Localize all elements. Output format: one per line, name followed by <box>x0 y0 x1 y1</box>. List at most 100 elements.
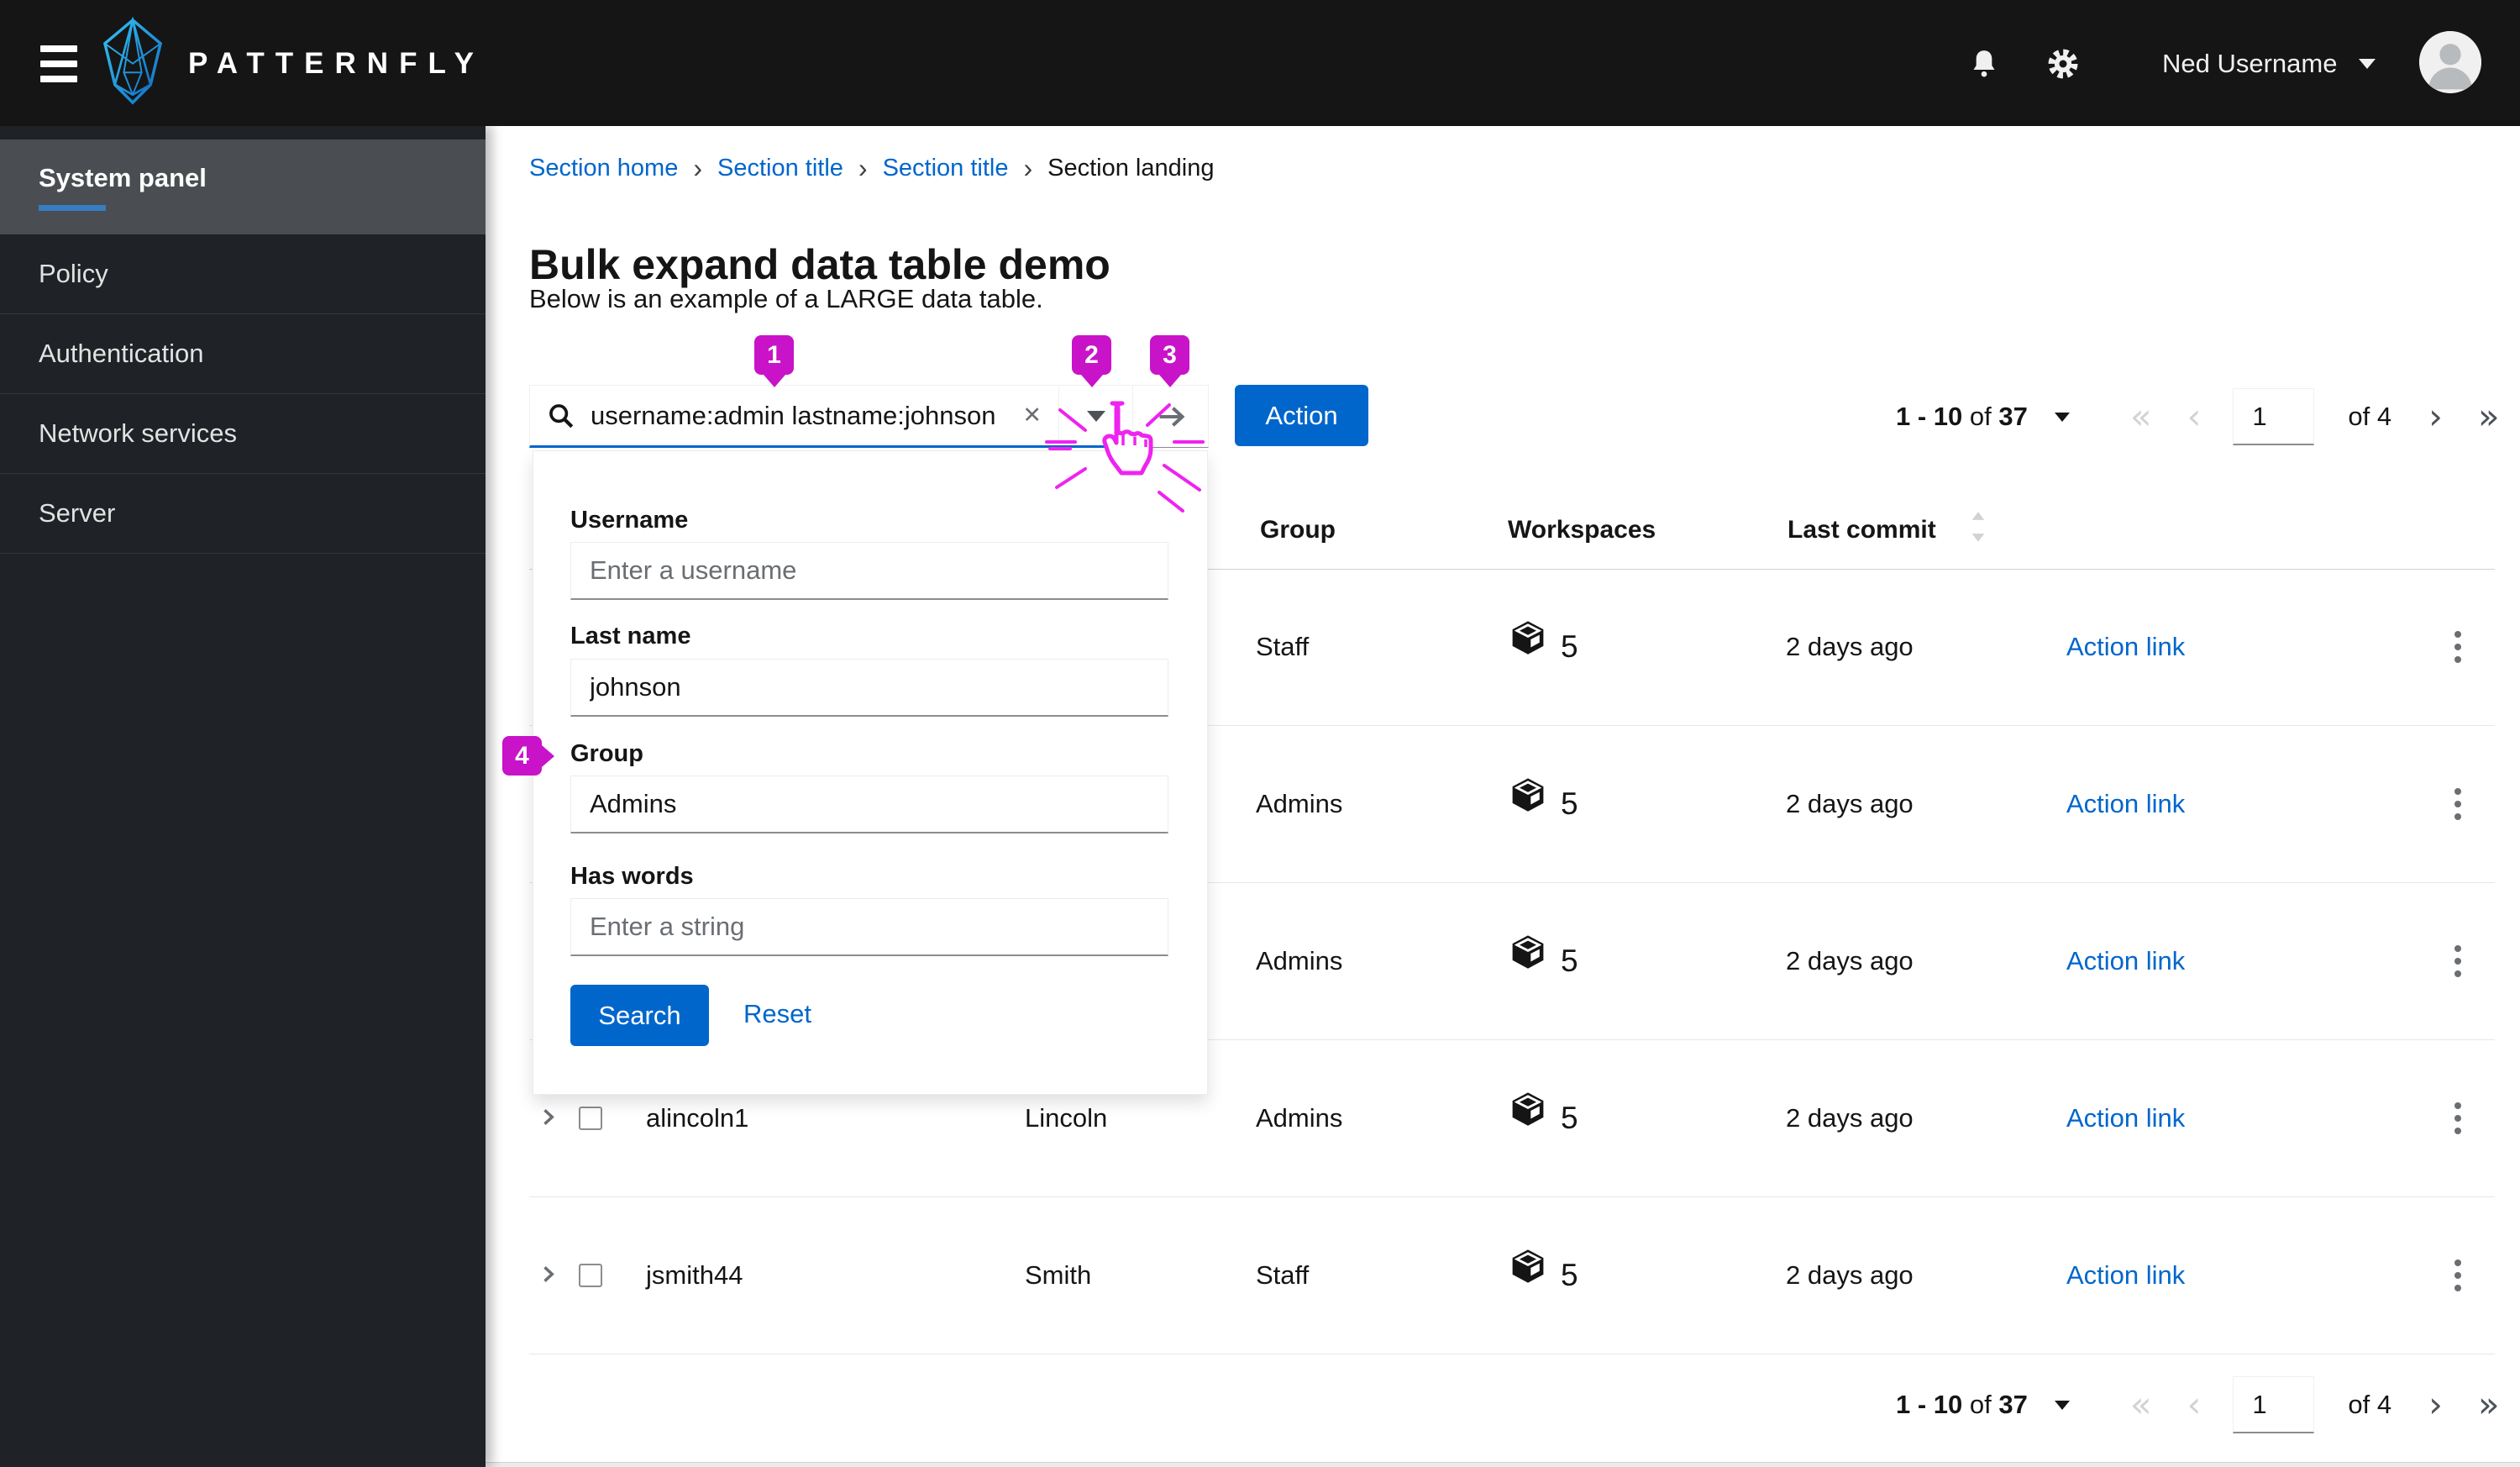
previous-page-button[interactable]: ‹ <box>2184 1387 2205 1422</box>
cell-workspaces-count: 5 <box>1561 944 1578 978</box>
sidebar-item-label: Authentication <box>39 339 204 368</box>
next-page-button[interactable]: › <box>2425 399 2446 434</box>
chevron-right-icon: › <box>693 153 702 183</box>
chevron-right-icon: › <box>1023 153 1033 183</box>
avatar[interactable] <box>2419 31 2481 93</box>
cube-icon <box>1510 619 1546 663</box>
column-header-last-commit[interactable]: Last commit <box>1788 516 1936 544</box>
previous-page-button[interactable]: ‹ <box>2184 399 2205 434</box>
sidebar-item-policy[interactable]: Policy <box>0 234 486 314</box>
chevron-right-icon: › <box>858 153 868 183</box>
user-menu-toggle[interactable]: Ned Username <box>2162 49 2376 79</box>
haswords-field[interactable] <box>570 898 1168 956</box>
page-number-input[interactable] <box>2233 1376 2315 1433</box>
sort-arrows-icon[interactable] <box>1967 509 1989 551</box>
cell-lastname: Lincoln <box>1025 1103 1108 1133</box>
settings-gear-icon[interactable] <box>2046 47 2080 81</box>
cell-group: Admins <box>1256 946 1343 975</box>
cell-last-commit: 2 days ago <box>1786 946 1914 975</box>
sidebar: System panel Policy Authentication Netwo… <box>0 126 486 1467</box>
row-checkbox[interactable] <box>579 1264 602 1287</box>
breadcrumb-link-section-title-2[interactable]: Section title <box>883 155 1009 182</box>
cube-icon <box>1510 776 1546 820</box>
cell-group: Staff <box>1256 1260 1310 1290</box>
kebab-menu-icon[interactable] <box>2449 626 2466 668</box>
row-checkbox[interactable] <box>579 1107 602 1130</box>
sidebar-item-label: Network services <box>39 418 237 448</box>
annotation-badge-2: 2 <box>1072 335 1111 375</box>
cell-group: Staff <box>1256 632 1310 661</box>
bottom-edge-strip <box>486 1462 2520 1467</box>
kebab-menu-icon[interactable] <box>2449 1097 2466 1139</box>
user-name: Ned Username <box>2162 49 2338 78</box>
username-field[interactable] <box>570 542 1168 600</box>
sidebar-item-system-panel[interactable]: System panel <box>0 139 486 234</box>
sidebar-item-server[interactable]: Server <box>0 474 486 554</box>
pagination-top: 1 - 10 of 37 « ‹ of 4 › » <box>1896 385 2503 449</box>
sidebar-item-label: Policy <box>39 259 108 288</box>
kebab-menu-icon[interactable] <box>2449 940 2466 982</box>
action-button[interactable]: Action <box>1235 385 1368 446</box>
cell-group: Admins <box>1256 789 1343 818</box>
brand-title: PATTERNFLY <box>188 47 485 80</box>
sidebar-item-label: Server <box>39 498 116 528</box>
screen: PATTERNFLY Ned Username System panel Pol… <box>0 0 2520 1467</box>
pagination-bottom: 1 - 10 of 37 « ‹ of 4 › » <box>1896 1373 2503 1437</box>
masthead: PATTERNFLY Ned Username <box>0 0 2520 126</box>
group-field-label: Group <box>570 740 643 767</box>
search-submit-button[interactable]: Search <box>570 985 709 1046</box>
expand-row-chevron-icon[interactable] <box>536 1106 559 1132</box>
expand-row-chevron-icon[interactable] <box>536 1263 559 1289</box>
search-input[interactable] <box>589 399 1018 432</box>
row-action-link[interactable]: Action link <box>2066 1260 2185 1291</box>
sidebar-item-authentication[interactable]: Authentication <box>0 314 486 394</box>
column-header-workspaces[interactable]: Workspaces <box>1508 516 1656 544</box>
breadcrumb-link-section-title-1[interactable]: Section title <box>717 155 843 182</box>
breadcrumb-link-section-home[interactable]: Section home <box>529 155 678 182</box>
pagination-range: 1 - 10 of 37 <box>1896 1390 2028 1419</box>
pagination-of-pages: of 4 <box>2348 1390 2392 1419</box>
cell-workspaces-count: 5 <box>1561 786 1578 821</box>
sidebar-item-network-services[interactable]: Network services <box>0 394 486 474</box>
row-action-link[interactable]: Action link <box>2066 1103 2185 1133</box>
last-page-button[interactable]: » <box>2475 399 2503 434</box>
cell-last-commit: 2 days ago <box>1786 789 1914 818</box>
cell-username: alincoln1 <box>646 1103 749 1133</box>
cell-lastname: Smith <box>1025 1260 1092 1290</box>
column-header-group[interactable]: Group <box>1260 516 1336 544</box>
cell-workspaces-count: 5 <box>1561 1258 1578 1292</box>
row-action-link[interactable]: Action link <box>2066 632 2185 662</box>
cell-last-commit: 2 days ago <box>1786 1103 1914 1133</box>
next-page-button[interactable]: › <box>2425 1387 2446 1422</box>
group-field[interactable] <box>570 776 1168 833</box>
row-action-link[interactable]: Action link <box>2066 789 2185 819</box>
first-page-button[interactable]: « <box>2127 399 2155 434</box>
sidebar-item-label: System panel <box>39 163 207 192</box>
kebab-menu-icon[interactable] <box>2449 1254 2466 1296</box>
hand-cursor-icon <box>1042 393 1210 528</box>
lastname-field[interactable] <box>570 659 1168 717</box>
notifications-bell-icon[interactable] <box>1967 47 2001 81</box>
active-indicator <box>39 205 106 211</box>
haswords-field-label: Has words <box>570 863 694 890</box>
nav-toggle-hamburger-icon[interactable] <box>40 45 77 84</box>
reset-link[interactable]: Reset <box>743 999 811 1029</box>
lastname-field-label: Last name <box>570 623 691 649</box>
cell-group: Admins <box>1256 1103 1343 1133</box>
search-icon <box>549 403 574 428</box>
page-number-input[interactable] <box>2233 388 2315 445</box>
cell-workspaces-count: 5 <box>1561 1101 1578 1135</box>
cell-last-commit: 2 days ago <box>1786 632 1914 661</box>
pagination-menu-toggle-icon[interactable] <box>2054 413 2070 429</box>
cell-workspaces-count: 5 <box>1561 629 1578 664</box>
cube-icon <box>1510 1248 1546 1291</box>
table-row: jsmith44 Smith Staff 5 2 days ago Action… <box>529 1197 2495 1354</box>
chevron-down-icon <box>2359 59 2376 77</box>
cell-last-commit: 2 days ago <box>1786 1260 1914 1290</box>
last-page-button[interactable]: » <box>2475 1387 2503 1422</box>
kebab-menu-icon[interactable] <box>2449 783 2466 825</box>
annotation-badge-4: 4 <box>502 736 542 776</box>
row-action-link[interactable]: Action link <box>2066 946 2185 976</box>
first-page-button[interactable]: « <box>2127 1387 2155 1422</box>
pagination-menu-toggle-icon[interactable] <box>2054 1401 2070 1417</box>
